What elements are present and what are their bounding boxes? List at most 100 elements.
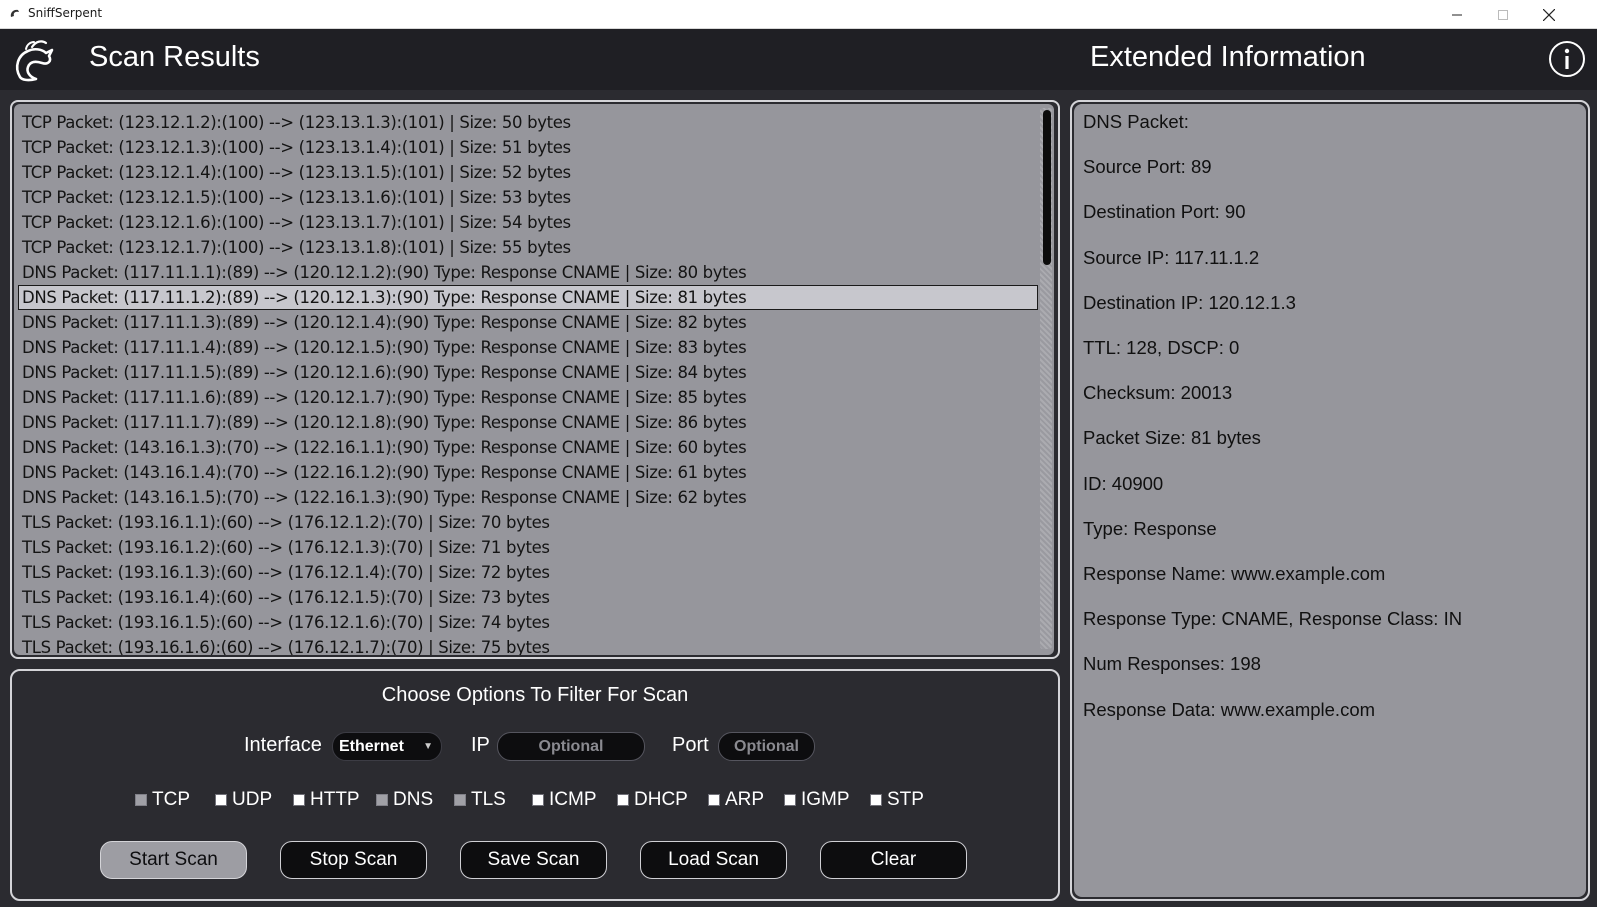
packet-row[interactable]: TCP Packet: (123.12.1.3):(100) --> (123.… [18,135,1038,160]
minimize-button[interactable] [1434,0,1480,29]
packet-list: TCP Packet: (123.12.1.2):(100) --> (123.… [18,110,1038,655]
protocol-label: IGMP [801,789,850,810]
extended-info-line: TTL: 128, DSCP: 0 [1083,337,1240,358]
packet-row[interactable]: DNS Packet: (117.11.1.2):(89) --> (120.1… [18,285,1038,310]
minimize-icon [1452,14,1462,15]
packet-row[interactable]: DNS Packet: (143.16.1.4):(70) --> (122.1… [18,460,1038,485]
close-button[interactable] [1526,0,1572,29]
scan-results-title: Scan Results [89,41,260,73]
extended-info-line: Num Responses: 198 [1083,653,1261,675]
protocol-label: TLS [471,789,506,810]
protocol-checkbox-icmp[interactable] [532,794,544,806]
extended-info-panel: DNS Packet: Source Port: 89 Destination Po… [1070,100,1590,901]
packet-row[interactable]: TLS Packet: (193.16.1.6):(60) --> (176.1… [18,635,1038,655]
extended-info-line: Type: Response [1083,517,1217,539]
protocol-checkbox-arp[interactable] [708,794,720,806]
extended-info-line: Response Name: www.example.com [1083,563,1386,584]
packet-row[interactable]: TCP Packet: (123.12.1.5):(100) --> (123.… [18,185,1038,210]
protocol-label: UDP [232,789,273,810]
packet-row[interactable]: DNS Packet: (143.16.1.3):(70) --> (122.1… [18,435,1038,460]
extended-info-line: Source IP: 117.11.1.2 [1083,246,1260,268]
protocol-checkbox-http[interactable] [293,794,305,806]
window-titlebar: SniffSerpent [0,0,1597,29]
packet-row[interactable]: DNS Packet: (143.16.1.5):(70) --> (122.1… [18,485,1038,510]
protocol-checkbox-igmp[interactable] [784,794,796,806]
protocol-option-http[interactable]: HTTP [293,789,360,811]
protocol-label: ARP [725,789,765,810]
protocol-label: STP [887,789,924,810]
filter-panel: Choose Options To Filter For Scan Interf… [10,669,1060,901]
packet-row[interactable]: TCP Packet: (123.12.1.4):(100) --> (123.… [18,160,1038,185]
extended-info-line: Response Data: www.example.com [1083,698,1376,720]
info-icon [1564,48,1570,69]
protocol-option-tls[interactable]: TLS [454,789,506,811]
protocol-option-dhcp[interactable]: DHCP [617,789,688,811]
protocol-option-igmp[interactable]: IGMP [784,789,850,811]
maximize-button[interactable] [1480,0,1526,29]
packet-row[interactable]: TLS Packet: (193.16.1.2):(60) --> (176.1… [18,535,1038,560]
port-label: Port [672,734,709,756]
protocol-checkbox-tcp[interactable] [135,794,147,806]
protocol-checkbox-stp[interactable] [870,794,882,806]
extended-info-content: DNS Packet: Source Port: 89 Destination Po… [1074,104,1586,897]
extended-info-title: Extended Information [1090,41,1366,73]
packet-row[interactable]: DNS Packet: (117.11.1.3):(89) --> (120.1… [18,310,1038,335]
protocol-option-icmp[interactable]: ICMP [532,789,597,811]
load-scan-button[interactable]: Load Scan [640,841,787,879]
packet-row[interactable]: DNS Packet: (117.11.1.5):(89) --> (120.1… [18,360,1038,385]
maximize-icon [1498,9,1508,20]
ip-label: IP [471,734,490,756]
interface-select[interactable]: Ethernet ▼ [332,732,442,761]
protocol-label: DHCP [634,789,688,810]
save-scan-button[interactable]: Save Scan [460,841,607,879]
app-header: Scan Results Extended Information [0,29,1597,90]
packet-list-panel: TCP Packet: (123.12.1.2):(100) --> (123.… [10,100,1060,659]
interface-label: Interface [244,734,322,756]
protocol-checkbox-dns[interactable] [376,794,388,806]
protocol-option-arp[interactable]: ARP [708,789,764,811]
packet-list-area: TCP Packet: (123.12.1.2):(100) --> (123.… [14,104,1054,655]
protocol-checkbox-tls[interactable] [454,794,466,806]
packet-row[interactable]: DNS Packet: (117.11.1.4):(89) --> (120.1… [18,335,1038,360]
info-button[interactable] [1549,41,1585,77]
packet-row[interactable]: TLS Packet: (193.16.1.4):(60) --> (176.1… [18,585,1038,610]
extended-info-line: ID: 40900 [1083,472,1164,494]
packet-row[interactable]: TLS Packet: (193.16.1.1):(60) --> (176.1… [18,510,1038,535]
protocol-label: HTTP [310,789,360,810]
packet-row[interactable]: TCP Packet: (123.12.1.6):(100) --> (123.… [18,210,1038,235]
interface-value: Ethernet [339,738,404,755]
stop-scan-button[interactable]: Stop Scan [280,841,427,879]
filter-title: Choose Options To Filter For Scan [381,684,689,706]
protocol-label: DNS [393,789,434,810]
extended-info-line: Destination Port: 90 [1083,201,1246,223]
packet-row[interactable]: TLS Packet: (193.16.1.5):(60) --> (176.1… [18,610,1038,635]
extended-info-line: Packet Size: 81 bytes [1083,427,1261,449]
serpent-logo-icon [15,40,54,82]
start-scan-button[interactable]: Start Scan [100,841,247,879]
clear-button[interactable]: Clear [820,841,967,879]
extended-info-line: Source Port: 89 [1083,156,1212,178]
extended-info-line: Checksum: 20013 [1083,382,1233,404]
close-icon [1543,8,1555,21]
window-title: SniffSerpent [28,6,103,20]
packet-row[interactable]: DNS Packet: (117.11.1.1):(89) --> (120.1… [18,260,1038,285]
protocol-option-udp[interactable]: UDP [215,789,272,811]
packet-row[interactable]: DNS Packet: (117.11.1.7):(89) --> (120.1… [18,410,1038,435]
protocol-option-tcp[interactable]: TCP [135,789,190,811]
protocol-checkbox-dhcp[interactable] [617,794,629,806]
packet-row[interactable]: TCP Packet: (123.12.1.2):(100) --> (123.… [18,110,1038,135]
scrollbar-thumb[interactable] [1043,110,1051,265]
extended-info-line: DNS Packet: [1083,111,1189,132]
protocol-checkbox-udp[interactable] [215,794,227,806]
protocol-label: TCP [152,789,190,810]
port-input[interactable] [718,732,815,761]
protocol-option-dns[interactable]: DNS [376,789,433,811]
packet-row[interactable]: TLS Packet: (193.16.1.3):(60) --> (176.1… [18,560,1038,585]
extended-info-line: Destination IP: 120.12.1.3 [1083,291,1296,313]
packet-row[interactable]: DNS Packet: (117.11.1.6):(89) --> (120.1… [18,385,1038,410]
ip-input[interactable] [497,732,645,761]
protocol-option-stp[interactable]: STP [870,789,924,811]
chevron-down-icon: ▼ [423,741,433,752]
packet-row[interactable]: TCP Packet: (123.12.1.7):(100) --> (123.… [18,235,1038,260]
protocol-label: ICMP [549,789,597,810]
